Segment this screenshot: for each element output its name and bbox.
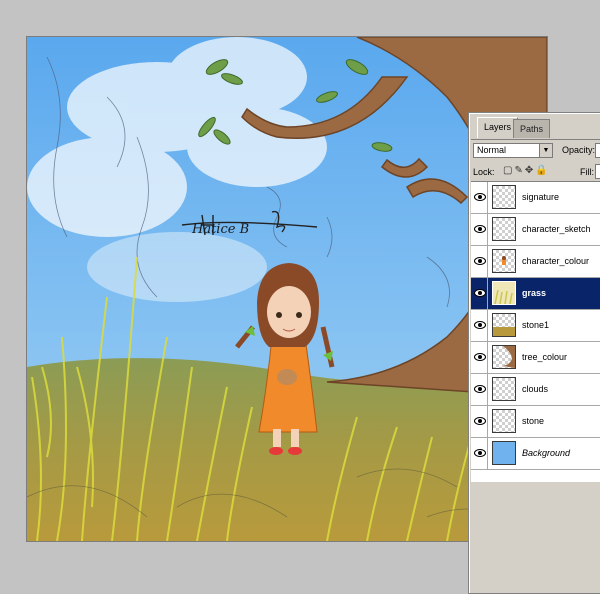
- layer-name: stone1: [522, 320, 550, 330]
- layer-name: Background: [522, 448, 571, 458]
- layer-row-stone[interactable]: stone: [471, 406, 600, 438]
- stone-thumbnail-art: [493, 327, 515, 336]
- layer-name: tree_colour: [522, 352, 568, 362]
- eye-icon[interactable]: [474, 256, 486, 266]
- lock-options: ▢✎✥🔒: [503, 165, 550, 176]
- layer-row-grass[interactable]: grass: [471, 278, 600, 310]
- layer-thumbnail: [492, 441, 516, 465]
- row-separator: [487, 406, 488, 437]
- layer-name: stone: [522, 416, 545, 426]
- layer-thumbnail: [492, 281, 516, 305]
- grass-thumbnail-art: [493, 282, 515, 305]
- layer-row-tree-colour[interactable]: tree_colour: [471, 342, 600, 374]
- artwork-signature: Hatice B: [191, 222, 249, 237]
- layers-panel: Layers Paths Normal ▼ Opacity: Lock: ▢✎✥…: [468, 112, 600, 594]
- opacity-label: Opacity:: [562, 145, 596, 155]
- fill-input[interactable]: [595, 164, 600, 179]
- row-separator: [487, 438, 488, 469]
- layer-row-background[interactable]: Background: [471, 438, 600, 470]
- layer-name: clouds: [522, 384, 549, 394]
- tab-divider: [471, 139, 600, 140]
- layer-row-clouds[interactable]: clouds: [471, 374, 600, 406]
- layer-thumbnail: [492, 249, 516, 273]
- eye-icon[interactable]: [474, 384, 486, 394]
- eye-icon[interactable]: [474, 448, 486, 458]
- lock-all-icon[interactable]: 🔒: [535, 165, 549, 176]
- tab-layers[interactable]: Layers: [477, 117, 519, 138]
- layer-thumbnail: [492, 409, 516, 433]
- eye-icon[interactable]: [474, 224, 486, 234]
- row-separator: [487, 342, 488, 373]
- lock-label: Lock:: [473, 167, 495, 177]
- layer-name: signature: [522, 192, 560, 202]
- layer-thumbnail: [492, 185, 516, 209]
- fill-label: Fill:: [580, 167, 594, 177]
- lock-move-icon[interactable]: ✥: [525, 165, 535, 176]
- eye-icon[interactable]: [474, 288, 486, 298]
- layer-thumbnail: [492, 377, 516, 401]
- row-separator: [487, 246, 488, 277]
- layers-list: signature character_sketch character_col…: [471, 181, 600, 482]
- row-separator: [487, 310, 488, 341]
- tab-paths[interactable]: Paths: [513, 119, 551, 138]
- layer-thumbnail: [492, 313, 516, 337]
- blend-mode-select[interactable]: Normal ▼: [473, 143, 553, 158]
- row-separator: [487, 278, 488, 309]
- row-separator: [487, 214, 488, 245]
- panel-tabs: Layers Paths: [471, 115, 600, 140]
- eye-icon[interactable]: [474, 192, 486, 202]
- opacity-input[interactable]: [595, 143, 600, 158]
- blend-mode-value: Normal: [477, 145, 507, 155]
- row-separator: [487, 182, 488, 213]
- layer-row-character-sketch[interactable]: character_sketch: [471, 214, 600, 246]
- lock-brush-icon[interactable]: ✎: [514, 165, 524, 176]
- layer-name: character_sketch: [522, 224, 591, 234]
- eye-icon[interactable]: [474, 416, 486, 426]
- layer-row-character-colour[interactable]: character_colour: [471, 246, 600, 278]
- tree-thumbnail-art: [503, 346, 515, 368]
- layer-thumbnail: [492, 345, 516, 369]
- row-separator: [487, 374, 488, 405]
- character-thumbnail-art: [502, 256, 506, 265]
- chevron-down-icon[interactable]: ▼: [539, 144, 552, 157]
- lock-transparency-icon[interactable]: ▢: [503, 165, 514, 176]
- eye-icon[interactable]: [474, 320, 486, 330]
- eye-icon[interactable]: [474, 352, 486, 362]
- layer-name: character_colour: [522, 256, 590, 266]
- layer-thumbnail: [492, 217, 516, 241]
- layer-row-stone1[interactable]: stone1: [471, 310, 600, 342]
- layer-row-signature[interactable]: signature: [471, 182, 600, 214]
- layer-name: grass: [522, 288, 547, 298]
